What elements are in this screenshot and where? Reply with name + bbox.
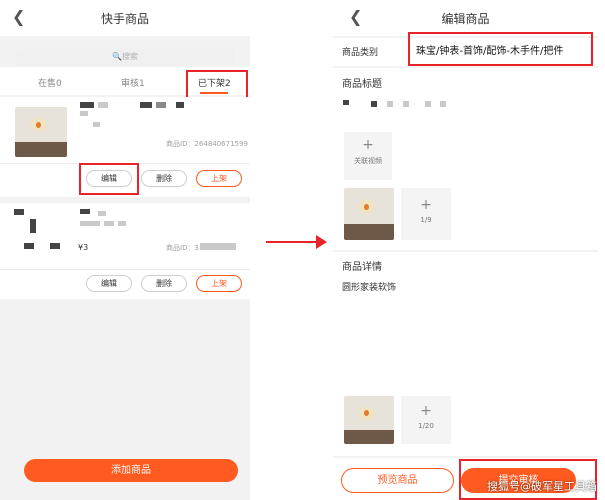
link-video-label: 关联视频 <box>354 157 382 165</box>
image-count: 1/9 <box>420 216 432 224</box>
list-button[interactable]: 上架 <box>196 170 242 187</box>
search-input[interactable]: 🔍搜索 <box>16 49 234 65</box>
blurred-thumbnail <box>24 243 34 249</box>
detail-image-count: 1/20 <box>418 422 434 430</box>
blurred-title <box>80 221 100 226</box>
list-button[interactable]: 上架 <box>196 275 242 292</box>
link-video-button[interactable]: + 关联视频 <box>344 132 392 180</box>
tab-on-sale[interactable]: 在售0 <box>38 76 62 89</box>
blurred-title <box>104 221 114 226</box>
product-price: ¥3 <box>78 243 89 252</box>
header: ❮ 快手商品 <box>0 0 250 36</box>
category-label: 商品类别 <box>342 48 379 58</box>
blurred-title <box>440 101 446 107</box>
blurred-title <box>387 101 393 107</box>
page-title: 快手商品 <box>100 12 149 26</box>
page-title: 编辑商品 <box>441 12 490 26</box>
add-image-button[interactable]: + 1/9 <box>401 188 451 240</box>
edit-button[interactable]: 编辑 <box>86 275 132 292</box>
blurred-title <box>98 102 108 108</box>
blurred-title <box>93 122 100 127</box>
highlight-box <box>408 32 593 66</box>
blurred-title <box>371 101 377 107</box>
product-card: ¥3 商品ID：3 编辑 删除 上架 <box>0 203 250 299</box>
blurred-thumbnail <box>30 219 36 233</box>
blurred-title <box>80 209 90 214</box>
arrow-icon <box>266 241 318 243</box>
watermark: 搜狐号@破军星工具箱 <box>487 480 597 493</box>
arrow-head-icon <box>316 235 327 249</box>
product-list-screen: ❮ 快手商品 🔍搜索 在售0 审核1 已下架2 商品ID：26484067159… <box>0 0 250 500</box>
blurred-id <box>200 243 236 250</box>
highlight-box <box>79 163 139 195</box>
product-thumbnail[interactable] <box>15 107 67 157</box>
blurred-title <box>343 100 349 105</box>
detail-text[interactable]: 圆形家装软饰 <box>342 280 396 293</box>
blurred-title <box>118 221 126 226</box>
detail-label: 商品详情 <box>342 262 382 273</box>
blurred-title <box>140 102 152 108</box>
blurred-title <box>80 111 88 116</box>
plus-icon: + <box>420 403 432 419</box>
title-section: 商品标题 + 关联视频 + 1/9 <box>333 68 598 250</box>
delete-button[interactable]: 删除 <box>141 170 187 187</box>
blurred-title <box>403 101 409 107</box>
blurred-title <box>176 102 184 108</box>
delete-button[interactable]: 删除 <box>141 275 187 292</box>
title-label: 商品标题 <box>342 79 382 90</box>
detail-image[interactable] <box>344 396 394 444</box>
product-id: 商品ID：3 <box>166 244 199 252</box>
blurred-title <box>98 211 106 216</box>
add-product-button[interactable]: 添加商品 <box>24 459 238 482</box>
detail-section: 商品详情 圆形家装软饰 + 1/20 <box>333 252 598 456</box>
blurred-title <box>156 102 166 108</box>
blurred-title <box>425 101 431 107</box>
blurred-thumbnail <box>14 209 24 215</box>
blurred-title <box>80 102 94 108</box>
preview-button[interactable]: 预览商品 <box>341 468 454 493</box>
divider <box>0 269 250 270</box>
edit-product-screen: ❮ 编辑商品 商品类别 珠宝/钟表-首饰/配饰-木手件/把件 商品标题 + 关联… <box>333 0 598 500</box>
product-id: 商品ID：264840671599 <box>166 140 248 148</box>
header: ❮ 编辑商品 <box>333 0 598 36</box>
plus-icon: + <box>420 197 432 213</box>
plus-icon: + <box>362 137 374 153</box>
product-image[interactable] <box>344 188 394 240</box>
add-detail-image-button[interactable]: + 1/20 <box>401 396 451 444</box>
blurred-thumbnail <box>50 243 60 249</box>
tab-review[interactable]: 审核1 <box>121 76 145 89</box>
